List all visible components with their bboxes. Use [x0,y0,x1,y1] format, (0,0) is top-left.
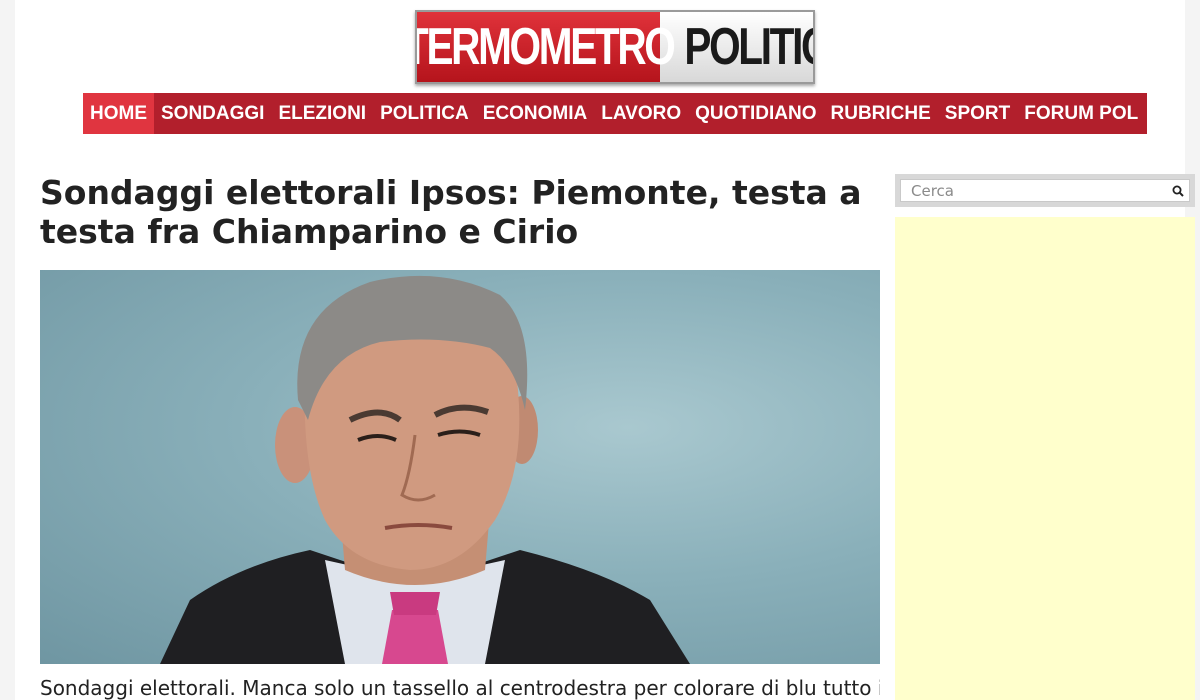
sidebar-ad-placeholder[interactable] [895,217,1195,700]
nav-item-economia[interactable]: ECONOMIA [476,93,595,134]
logo-text-politico: POLITICO [684,18,813,76]
nav-item-forum-pol[interactable]: FORUM POL [1017,93,1145,134]
article-photo [40,270,880,664]
nav-item-quotidiano[interactable]: QUOTIDIANO [688,93,823,134]
search-box [895,174,1195,207]
logo-text-termometro: TERMOMETRO [415,18,676,76]
portrait-illustration [160,275,690,664]
nav-item-rubriche[interactable]: RUBRICHE [824,93,938,134]
search-input[interactable] [901,180,1189,201]
nav-item-politica[interactable]: POLITICA [373,93,476,134]
search-field-wrapper [900,179,1190,202]
logo-part-white: POLITICO [660,12,813,82]
nav-item-sport[interactable]: SPORT [938,93,1017,134]
nav-item-elezioni[interactable]: ELEZIONI [271,93,373,134]
main-nav: HOME SONDAGGI ELEZIONI POLITICA ECONOMIA… [83,93,1147,134]
article-title: Sondaggi elettorali Ipsos: Piemonte, tes… [40,173,862,251]
article-lead: Sondaggi elettorali. Manca solo un tasse… [40,676,880,700]
search-icon[interactable] [1169,182,1187,200]
site-logo[interactable]: TERMOMETRO POLITICO [415,10,815,84]
page: TERMOMETRO POLITICO HOME SONDAGGI ELEZIO… [15,0,1195,700]
logo-part-red: TERMOMETRO [417,12,676,82]
nav-item-sondaggi[interactable]: SONDAGGI [154,93,271,134]
nav-item-home[interactable]: HOME [83,93,154,134]
nav-item-lavoro[interactable]: LAVORO [594,93,688,134]
